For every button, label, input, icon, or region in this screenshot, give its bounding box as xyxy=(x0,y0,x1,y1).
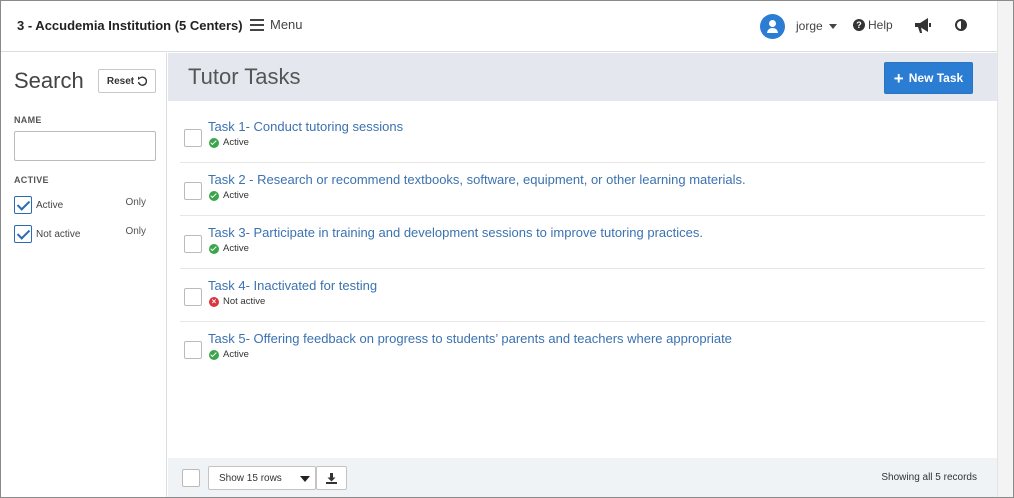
records-count: Showing all 5 records xyxy=(881,472,977,483)
reset-label: Reset xyxy=(106,75,135,87)
task-status: Active xyxy=(209,349,249,360)
not-active-only-link[interactable]: Only xyxy=(125,226,146,237)
help-label: Help xyxy=(868,18,893,32)
reset-button[interactable]: Reset xyxy=(98,69,156,93)
help-button[interactable]: ? Help xyxy=(853,18,893,32)
undo-icon xyxy=(137,76,148,86)
page-title: Tutor Tasks xyxy=(188,64,301,89)
active-checkbox-label: Active xyxy=(36,199,64,211)
menu-button[interactable]: Menu xyxy=(250,17,303,32)
search-sidebar: Search Reset NAME ACTIVE Active Only Not… xyxy=(1,53,167,497)
caret-down-icon[interactable] xyxy=(829,24,837,29)
x-circle-icon: × xyxy=(209,296,219,307)
active-checkbox[interactable] xyxy=(14,196,32,214)
rows-per-page-select[interactable]: Show 15 rows xyxy=(208,466,316,490)
active-only-link[interactable]: Only xyxy=(125,197,146,208)
task-link[interactable]: Task 2 - Research or recommend textbooks… xyxy=(208,172,746,187)
check-circle-icon xyxy=(209,243,219,254)
contrast-icon[interactable] xyxy=(955,19,967,31)
new-task-label: New Task xyxy=(908,71,964,85)
filter-not-active-row[interactable]: Not active Only xyxy=(14,224,154,244)
download-button[interactable] xyxy=(316,466,347,490)
task-status: Active xyxy=(209,243,249,254)
institution-title[interactable]: 3 - Accudemia Institution (5 Centers) xyxy=(17,18,243,33)
not-active-checkbox-label: Not active xyxy=(36,228,81,240)
task-status: × Not active xyxy=(209,296,265,307)
name-input[interactable] xyxy=(14,131,156,161)
task-checkbox[interactable] xyxy=(184,182,202,200)
status-label: Active xyxy=(223,349,249,360)
page-scrollbar[interactable] xyxy=(997,1,1013,497)
status-label: Not active xyxy=(223,296,266,307)
task-link[interactable]: Task 3- Participate in training and deve… xyxy=(208,225,703,240)
task-row: Task 1- Conduct tutoring sessions Active xyxy=(180,110,985,163)
status-label: Active xyxy=(223,243,249,254)
plus-icon: + xyxy=(893,68,904,88)
app-window: 3 - Accudemia Institution (5 Centers) Me… xyxy=(0,0,1014,498)
select-all-checkbox[interactable] xyxy=(182,469,200,487)
task-link[interactable]: Task 4- Inactivated for testing xyxy=(208,278,377,293)
task-checkbox[interactable] xyxy=(184,288,202,306)
new-task-button[interactable]: + New Task xyxy=(884,62,973,94)
task-row: Task 3- Participate in training and deve… xyxy=(180,216,985,269)
caret-down-icon xyxy=(300,476,310,482)
check-circle-icon xyxy=(209,190,219,201)
active-filter-label: ACTIVE xyxy=(14,175,49,185)
rows-select-value: Show 15 rows xyxy=(219,472,282,484)
filter-active-row[interactable]: Active Only xyxy=(14,195,154,215)
user-icon[interactable] xyxy=(760,14,785,39)
task-row: Task 2 - Research or recommend textbooks… xyxy=(180,163,985,216)
task-checkbox[interactable] xyxy=(184,341,202,359)
task-status: Active xyxy=(209,137,249,148)
task-status: Active xyxy=(209,190,249,201)
name-filter-label: NAME xyxy=(14,115,42,125)
top-bar: 3 - Accudemia Institution (5 Centers) Me… xyxy=(1,1,997,52)
task-checkbox[interactable] xyxy=(184,235,202,253)
task-row: Task 5- Offering feedback on progress to… xyxy=(180,322,985,375)
user-name[interactable]: jorge xyxy=(796,19,823,33)
menu-label: Menu xyxy=(270,17,303,32)
main-content: Tutor Tasks + New Task Task 1- Conduct t… xyxy=(168,53,997,497)
check-circle-icon xyxy=(209,349,219,360)
status-label: Active xyxy=(223,137,249,148)
task-link[interactable]: Task 5- Offering feedback on progress to… xyxy=(208,331,732,346)
task-link[interactable]: Task 1- Conduct tutoring sessions xyxy=(208,119,403,134)
download-icon xyxy=(326,472,337,484)
question-circle-icon: ? xyxy=(853,19,865,31)
status-label: Active xyxy=(223,190,249,201)
search-title: Search xyxy=(14,68,84,93)
megaphone-icon[interactable] xyxy=(913,17,933,38)
hamburger-icon xyxy=(250,18,264,31)
table-footer: Show 15 rows Showing all 5 records xyxy=(168,458,997,497)
task-row: Task 4- Inactivated for testing × Not ac… xyxy=(180,269,985,322)
check-circle-icon xyxy=(209,137,219,148)
not-active-checkbox[interactable] xyxy=(14,225,32,243)
task-checkbox[interactable] xyxy=(184,129,202,147)
main-header: Tutor Tasks + New Task xyxy=(168,53,997,101)
